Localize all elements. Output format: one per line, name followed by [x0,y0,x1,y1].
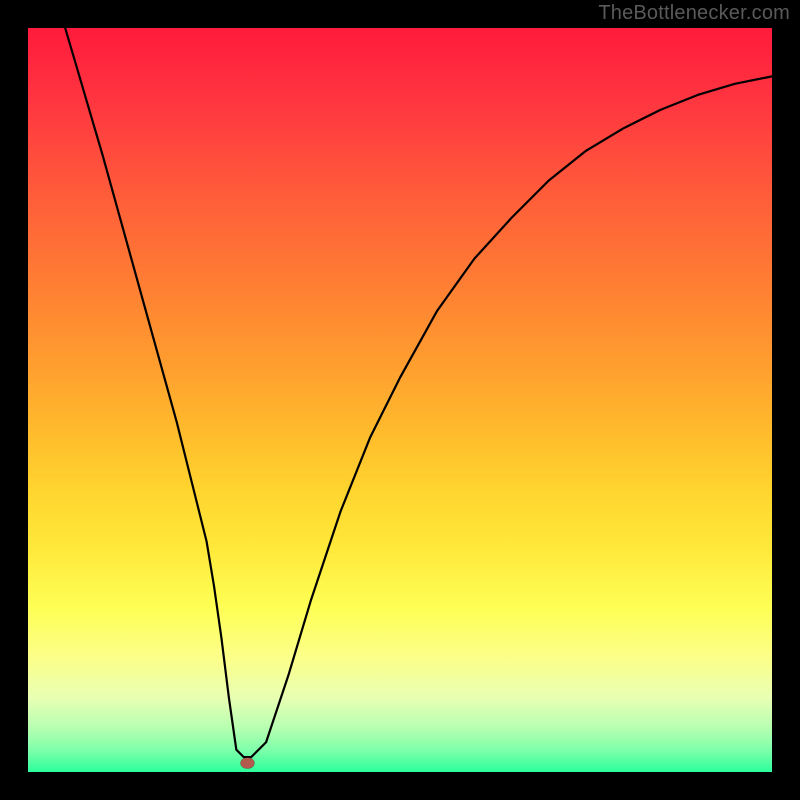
bottleneck-curve [65,28,772,757]
optimal-point-marker [240,758,254,769]
attribution-text: TheBottlenecker.com [598,2,790,25]
chart-frame: TheBottlenecker.com [0,0,800,800]
plot-area [28,28,772,772]
plot-svg [28,28,772,772]
